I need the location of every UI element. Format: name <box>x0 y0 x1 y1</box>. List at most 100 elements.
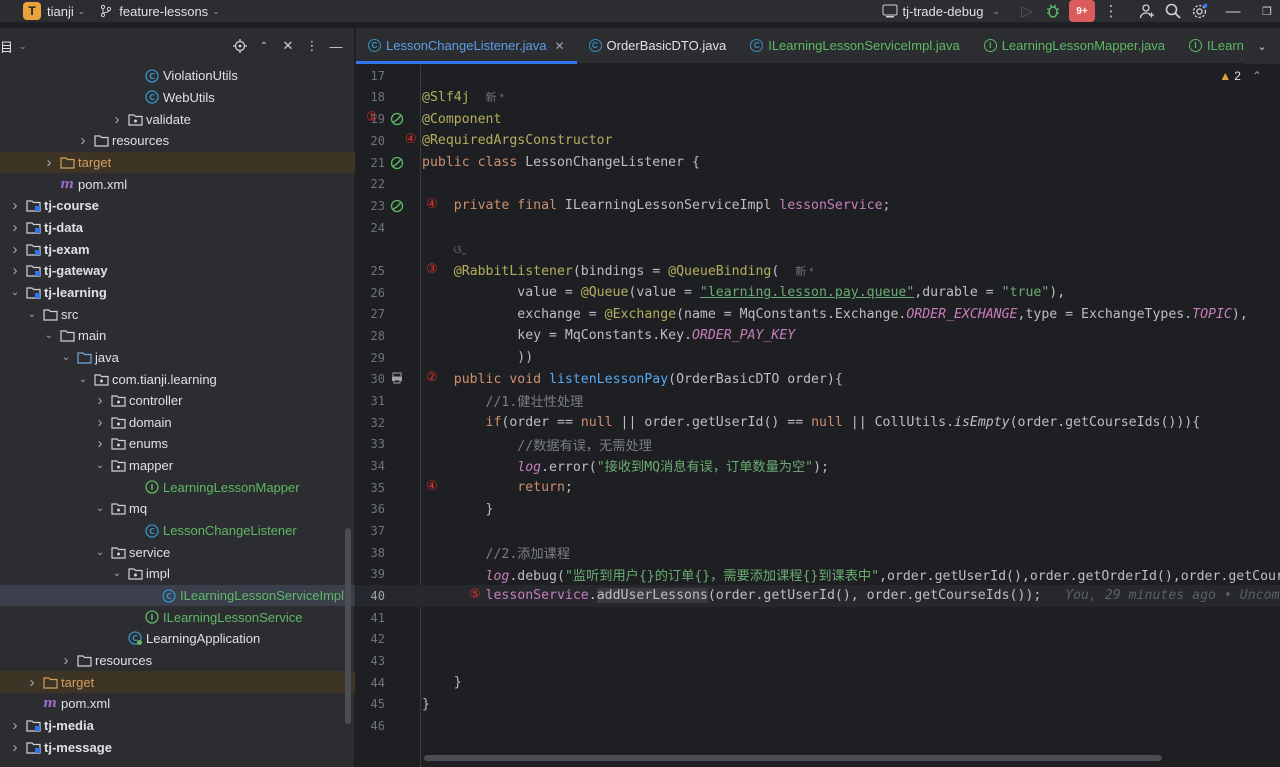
code-line[interactable]: 29 )) <box>356 347 1280 369</box>
chevron-right-icon[interactable]: › <box>9 197 21 214</box>
tree-item[interactable]: › resources <box>0 130 355 152</box>
code-line[interactable]: 26 value = @Queue(value = "learning.less… <box>356 282 1280 304</box>
add-user-icon[interactable] <box>1134 0 1160 22</box>
code-line[interactable]: 35 return; <box>356 477 1280 499</box>
tab-lessonchangelistener-java[interactable]: C LessonChangeListener.java ✕ <box>356 28 577 64</box>
chevron-down-icon[interactable]: ⌄ <box>94 547 106 558</box>
chevron-down-icon[interactable]: ⌄ <box>94 503 106 514</box>
spring-autowire-icon[interactable] <box>390 199 404 213</box>
chevron-right-icon[interactable]: › <box>60 652 72 669</box>
tree-item[interactable]: › tj-data <box>0 217 355 239</box>
code-line[interactable]: ଓ⌄ <box>356 238 1280 260</box>
tree-item[interactable]: ⌄ java <box>0 347 355 369</box>
run-icon[interactable]: ▷ <box>1014 0 1040 22</box>
tree-item[interactable]: C ViolationUtils <box>0 65 355 87</box>
chevron-right-icon[interactable]: › <box>77 132 89 149</box>
code-line[interactable]: 34 log.error("接收到MQ消息有误，订单数量为空"); <box>356 455 1280 477</box>
tree-item[interactable]: › tj-course <box>0 195 355 217</box>
tree-item[interactable]: ⌄ service <box>0 541 355 563</box>
code-line[interactable]: 38 //2.添加课程 <box>356 542 1280 564</box>
chevron-right-icon[interactable]: › <box>9 219 21 236</box>
code-line[interactable]: 41 <box>356 607 1280 629</box>
chevron-down-icon[interactable]: ⌄ <box>94 460 106 471</box>
tree-item[interactable]: › target <box>0 151 355 174</box>
more-icon[interactable]: ⋮ <box>1098 0 1124 22</box>
tree-item[interactable]: › controller <box>0 390 355 412</box>
tree-item[interactable]: ⌄ tj-learning <box>0 282 355 304</box>
tree-item[interactable]: I LearningLessonMapper <box>0 476 355 498</box>
tree-item[interactable]: ⌄ impl <box>0 563 355 585</box>
tree-item[interactable]: C ILearningLessonServiceImpl <box>0 584 355 607</box>
editor-horizontal-scrollbar[interactable] <box>424 755 1162 761</box>
settings-gear-icon[interactable] <box>1186 0 1212 22</box>
project-name[interactable]: tianji <box>47 4 74 19</box>
hide-panel-icon[interactable]: — <box>327 37 345 55</box>
restore-icon[interactable]: ❐ <box>1254 0 1280 22</box>
minimize-icon[interactable]: — <box>1212 0 1254 22</box>
chevron-down-icon[interactable]: ⌄ <box>26 309 38 320</box>
chevron-down-icon[interactable]: ⌄ <box>19 41 27 52</box>
chevron-right-icon[interactable]: › <box>94 435 106 452</box>
tree-item[interactable]: ⌄ src <box>0 303 355 325</box>
tab-ilearninglessonserviceimpl-java[interactable]: C ILearningLessonServiceImpl.java <box>738 28 972 64</box>
chevron-right-icon[interactable]: › <box>94 414 106 431</box>
tree-item[interactable]: ⌄ com.tianji.learning <box>0 368 355 390</box>
code-line[interactable]: 40 lessonService.addUserLessons(order.ge… <box>356 585 1280 607</box>
printer-icon[interactable] <box>391 372 405 386</box>
code-editor[interactable]: ▲ 2 ⌃ 17 18 @Slf4j 新 * 19 @Component 20 @Requi… <box>356 65 1280 767</box>
code-line[interactable]: 28 key = MqConstants.Key.ORDER_PAY_KEY <box>356 325 1280 347</box>
code-line[interactable]: 46 <box>356 715 1280 737</box>
spring-bean-icon[interactable] <box>390 156 404 170</box>
tree-item[interactable]: › tj-exam <box>0 238 355 260</box>
chevron-down-icon[interactable]: ⌄ <box>43 330 55 341</box>
code-line[interactable]: 22 <box>356 173 1280 195</box>
tree-item[interactable]: C LessonChangeListener <box>0 520 355 542</box>
chevron-right-icon[interactable]: › <box>9 241 21 258</box>
code-line[interactable]: 43 <box>356 650 1280 672</box>
tree-item[interactable]: › domain <box>0 412 355 434</box>
tab-learninglessonmapper-java[interactable]: I LearningLessonMapper.java <box>972 28 1177 64</box>
code-line[interactable]: 44 } <box>356 672 1280 694</box>
code-line[interactable]: 21 public class LessonChangeListener { <box>356 152 1280 174</box>
code-line[interactable]: 36 } <box>356 498 1280 520</box>
tree-item[interactable]: C LearningApplication <box>0 628 355 650</box>
chevron-down-icon[interactable]: ⌄ <box>111 568 123 579</box>
project-panel-title[interactable]: 项目 <box>0 37 13 56</box>
chevron-right-icon[interactable]: › <box>9 739 21 756</box>
tree-item[interactable]: › tj-gateway <box>0 260 355 282</box>
tree-item[interactable]: › enums <box>0 433 355 455</box>
tree-item[interactable]: › resources <box>0 650 355 672</box>
chevron-right-icon[interactable]: › <box>9 717 21 734</box>
tree-item[interactable]: ⌄ mapper <box>0 455 355 477</box>
tab-orderbasicdto-java[interactable]: C OrderBasicDTO.java <box>577 28 739 64</box>
tree-item[interactable]: › tj-media <box>0 715 355 737</box>
run-config-selector[interactable]: tj-trade-debug ⌄ <box>882 4 1000 19</box>
chevron-right-icon[interactable]: › <box>26 674 38 691</box>
project-badge[interactable]: T <box>23 2 41 20</box>
code-line[interactable]: 37 <box>356 520 1280 542</box>
tree-item[interactable]: C WebUtils <box>0 87 355 109</box>
code-line[interactable]: 20 @RequiredArgsConstructor <box>356 130 1280 152</box>
code-line[interactable]: 24 <box>356 217 1280 239</box>
spring-bean-icon[interactable] <box>390 112 404 126</box>
locate-file-icon[interactable] <box>231 37 249 55</box>
close-icon[interactable]: ✕ <box>554 39 564 53</box>
code-line[interactable]: 39 log.debug("监听到用户{}的订单{}，需要添加课程{}到课表中"… <box>356 563 1280 585</box>
tree-item[interactable]: ⌄ main <box>0 325 355 347</box>
notifications-badge[interactable]: 9+ <box>1069 0 1095 22</box>
chevron-down-icon[interactable]: ⌄ <box>77 374 89 385</box>
chevron-down-icon[interactable]: ⌄ <box>212 6 220 17</box>
code-line[interactable]: 25 @RabbitListener(bindings = @QueueBind… <box>356 260 1280 282</box>
tree-item[interactable]: ⌄ mq <box>0 498 355 520</box>
tree-item[interactable]: m pom.xml <box>0 693 355 715</box>
chevron-right-icon[interactable]: › <box>9 262 21 279</box>
chevron-down-icon[interactable]: ⌄ <box>9 287 21 298</box>
code-line[interactable]: 23 private final ILearningLessonServiceI… <box>356 195 1280 217</box>
tree-item[interactable]: › target <box>0 671 355 694</box>
code-line[interactable]: 18 @Slf4j 新 * <box>356 87 1280 109</box>
code-line[interactable]: 27 exchange = @Exchange(name = MqConstan… <box>356 303 1280 325</box>
collapse-all-icon[interactable]: ✕ <box>279 37 297 55</box>
chevron-down-icon[interactable]: ⌄ <box>60 352 72 363</box>
tree-item[interactable]: › tj-message <box>0 736 355 758</box>
code-line[interactable]: 33 //数据有误，无需处理 <box>356 433 1280 455</box>
